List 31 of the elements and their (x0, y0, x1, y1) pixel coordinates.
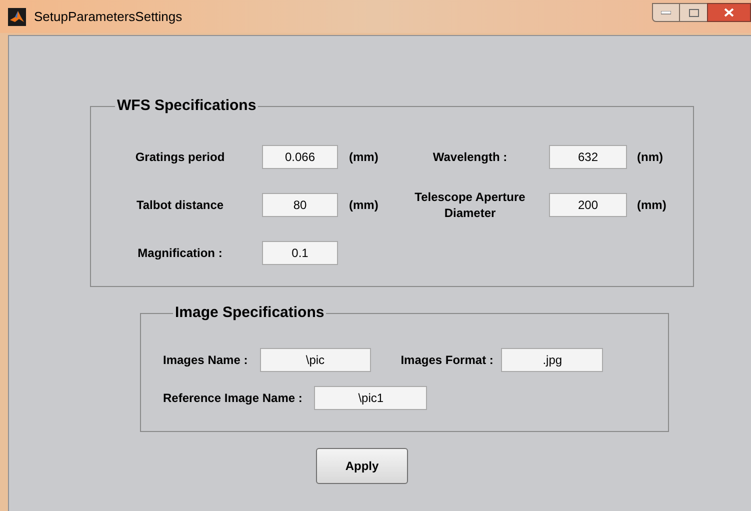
field-label: Magnification : (136, 244, 224, 262)
maximize-button[interactable] (680, 3, 707, 22)
field-label: Talbot distance (135, 196, 225, 214)
input-field[interactable]: 0.066 (262, 144, 338, 168)
input-field[interactable]: \pic (260, 348, 371, 372)
field-label: Images Name : (163, 352, 248, 368)
minimize-icon (661, 10, 671, 14)
close-button[interactable] (707, 3, 751, 22)
input-field[interactable]: .jpg (501, 348, 604, 372)
input-field[interactable]: 80 (262, 192, 338, 216)
field-label: Gratings period (134, 148, 226, 166)
input-field[interactable]: 632 (549, 144, 627, 168)
panel-title: WFS Specifications (116, 96, 258, 116)
apply-button[interactable]: Apply (316, 448, 408, 484)
minimize-button[interactable] (652, 3, 680, 22)
window-title: SetupParametersSettings (34, 8, 182, 26)
field-label: Wavelength : (432, 148, 508, 164)
unit-label: (mm) (349, 148, 380, 166)
field-label: Reference Image Name : (163, 390, 302, 406)
input-field[interactable]: \pic1 (314, 386, 428, 410)
unit-label: (mm) (637, 196, 666, 214)
close-icon (724, 8, 734, 17)
input-field[interactable]: 200 (549, 192, 627, 216)
panel-title: Image Specifications (174, 303, 326, 323)
maximize-icon (688, 8, 698, 16)
field-label: Images Format : (400, 352, 494, 368)
field-label: Telescope Aperture Diameter (414, 188, 526, 220)
unit-label: (nm) (637, 148, 663, 166)
unit-label: (mm) (349, 196, 380, 214)
input-field[interactable]: 0.1 (262, 240, 338, 264)
app-logo-icon (8, 8, 26, 26)
